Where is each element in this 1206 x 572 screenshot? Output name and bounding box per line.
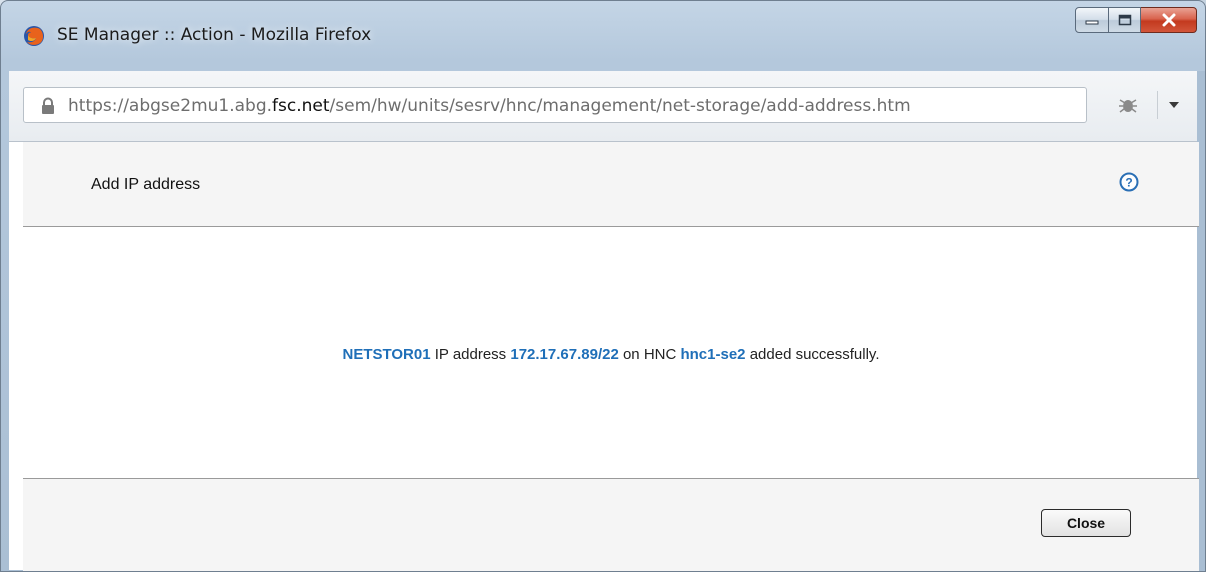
close-button[interactable]: Close (1041, 509, 1131, 537)
message-text-3: added successfully. (745, 346, 880, 363)
url-path: /sem/hw/units/sesrv/hnc/management/net-s… (329, 96, 911, 116)
toolbar-separator (1157, 91, 1158, 119)
message-text-1: IP address (430, 346, 511, 363)
minimize-button[interactable] (1075, 7, 1109, 33)
success-message: NETSTOR01 IP address 172.17.67.89/22 on … (23, 346, 1199, 363)
window-title: SE Manager :: Action - Mozilla Firefox (57, 25, 372, 45)
url-host: fsc.net (272, 96, 330, 116)
chevron-down-icon[interactable] (1169, 102, 1179, 108)
hnc-link[interactable]: hnc1-se2 (680, 346, 745, 363)
firefox-icon (24, 26, 44, 46)
browser-window: SE Manager :: Action - Mozilla Firefox h… (0, 0, 1206, 572)
message-text-2: on HNC (618, 346, 681, 363)
dialog-title: Add IP address (91, 176, 201, 193)
url-text: https://abgse2mu1.abg.fsc.net/sem/hw/uni… (68, 96, 911, 116)
minimize-icon (1085, 20, 1099, 25)
window-controls (1075, 7, 1197, 37)
dialog-header: Add IP address ? (23, 142, 1199, 227)
address-bar[interactable]: https://abgse2mu1.abg.fsc.net/sem/hw/uni… (23, 87, 1087, 123)
close-icon (1162, 13, 1175, 27)
net-storage-link[interactable]: NETSTOR01 (342, 346, 430, 363)
url-scheme: https://abgse2mu1.abg. (68, 96, 273, 116)
lock-icon (42, 97, 54, 114)
svg-text:?: ? (1125, 176, 1132, 190)
ip-address-link[interactable]: 172.17.67.89/22 (510, 346, 618, 363)
close-window-button[interactable] (1141, 7, 1197, 33)
title-bar[interactable]: SE Manager :: Action - Mozilla Firefox (1, 1, 1205, 63)
page-content: Add IP address ? NETSTOR01 IP address 17… (9, 142, 1199, 571)
maximize-icon (1118, 14, 1131, 26)
maximize-button[interactable] (1109, 7, 1141, 33)
help-icon[interactable]: ? (1119, 172, 1139, 192)
bug-icon[interactable] (1117, 95, 1139, 115)
dialog-footer: Close (23, 478, 1199, 571)
navigation-toolbar: https://abgse2mu1.abg.fsc.net/sem/hw/uni… (9, 71, 1197, 142)
